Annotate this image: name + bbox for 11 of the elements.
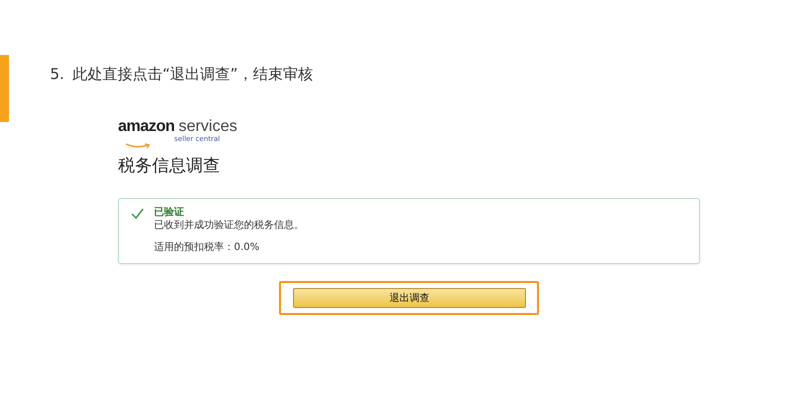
step-number: 5. bbox=[50, 64, 64, 84]
status-title: 已验证 bbox=[154, 206, 184, 219]
accent-bar bbox=[0, 55, 9, 122]
step-instruction: 此处直接点击“退出调查”，结束审核 bbox=[72, 64, 313, 84]
logo-brand: amazon bbox=[118, 118, 175, 135]
page-title: 税务信息调查 bbox=[118, 155, 221, 177]
exit-survey-button[interactable]: 退出调查 bbox=[293, 288, 526, 308]
smile-arrow-icon bbox=[125, 143, 151, 149]
tax-rate-text: 适用的预扣税率：0.0% bbox=[154, 241, 260, 254]
status-message: 已收到并成功验证您的税务信息。 bbox=[154, 219, 304, 232]
logo-product: services bbox=[178, 118, 238, 135]
